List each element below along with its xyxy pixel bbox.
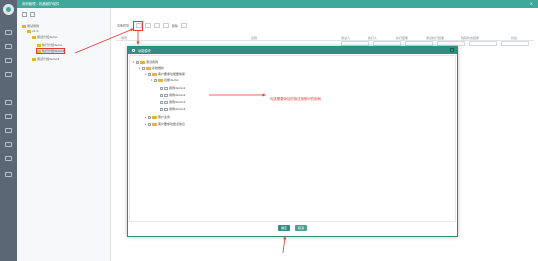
- document-icon: [164, 86, 168, 90]
- checkbox[interactable]: [148, 115, 151, 119]
- add-node-icon[interactable]: [22, 12, 27, 17]
- document-icon: [164, 93, 168, 97]
- link-button[interactable]: [162, 23, 169, 28]
- dialog-header: 功能模块 ×: [128, 47, 457, 54]
- nav-grid-icon[interactable]: [5, 44, 12, 49]
- nav-tasks-icon[interactable]: [5, 114, 12, 119]
- folder-icon: [140, 60, 145, 64]
- folder-icon: [146, 66, 151, 70]
- tree-node[interactable]: 测试计划demo: [32, 35, 58, 39]
- add-button-highlight: [133, 21, 143, 31]
- col-header: 执行结果: [396, 36, 409, 40]
- toolbar-label: 功能模块: [117, 23, 130, 28]
- folder-icon: [152, 115, 157, 119]
- col-header: 名称: [251, 36, 258, 40]
- dialog-icon: [132, 49, 135, 52]
- tree-toolbar: [22, 12, 38, 18]
- filter-input[interactable]: [469, 41, 497, 46]
- nav-chart-icon[interactable]: [5, 100, 12, 105]
- delete-button[interactable]: 删除: [172, 24, 178, 28]
- col-header: 测试人: [341, 36, 351, 40]
- tree-node[interactable]: v1.0: [27, 29, 39, 33]
- checkbox[interactable]: [160, 86, 163, 90]
- left-tree-panel: 测试用例 v1.0 测试计划demo 执行计划demo 执行计划demo2 测试…: [17, 8, 111, 261]
- tree-row[interactable]: ▾ 测试用例: [133, 60, 158, 64]
- col-header: 执行人: [368, 36, 378, 40]
- document-icon: [164, 100, 168, 104]
- tree-row[interactable]: ▸ 账户业务: [145, 115, 170, 119]
- tree-node[interactable]: 测试用例: [22, 24, 39, 28]
- tree-row[interactable]: ▾ 客户要素功能要素库: [145, 72, 185, 76]
- confirm-button[interactable]: 确定: [278, 225, 291, 231]
- checkbox[interactable]: [142, 66, 145, 70]
- checkbox[interactable]: [160, 107, 163, 111]
- dialog-footer: 确定 取消: [128, 222, 457, 236]
- tree-node-selected[interactable]: 执行计划demo2: [35, 48, 66, 54]
- tree-row[interactable]: 用例demo3: [157, 100, 185, 104]
- folder-icon: [158, 78, 163, 82]
- document-icon: [164, 107, 168, 111]
- checkbox[interactable]: [154, 78, 157, 82]
- tree-node[interactable]: 执行计划demo: [37, 43, 63, 47]
- checkbox[interactable]: [160, 100, 163, 104]
- tree-node[interactable]: 测试计划demo2: [32, 57, 59, 61]
- nav-list-icon[interactable]: [5, 58, 12, 63]
- nav-tool-icon[interactable]: [5, 142, 12, 147]
- app-window: 用例管理 - 机器维护组件 × 测试用例 v1.0 测试计划demo 执行计划d…: [0, 0, 538, 261]
- nav-settings-icon[interactable]: [5, 156, 12, 161]
- copy-button[interactable]: [144, 23, 151, 28]
- checkbox[interactable]: [148, 122, 151, 126]
- dialog-tree: ▾ 测试用例 ▾ 系统维护 ▾ 客户要素功能要素库 ▾ 功能demo 用例demo1 用…: [129, 55, 456, 222]
- nav-doc-icon[interactable]: [5, 72, 12, 77]
- nav-report-icon[interactable]: [5, 128, 12, 133]
- move-button[interactable]: [153, 23, 160, 28]
- main-toolbar: 功能模块 删除: [117, 23, 187, 28]
- cancel-button[interactable]: 取消: [295, 225, 308, 231]
- app-logo-icon: [3, 4, 14, 15]
- col-header: 测试执行结果: [426, 36, 445, 40]
- function-module-dialog: 功能模块 × ▾ 测试用例 ▾ 系统维护 ▾ 客户要素功能要素库 ▾ 功能demo 用例…: [127, 46, 458, 237]
- tree-row[interactable]: ▾ 系统维护: [139, 66, 164, 70]
- left-nav-rail: [0, 0, 17, 261]
- refresh-button[interactable]: [180, 23, 187, 28]
- dialog-title: 功能模块: [138, 49, 151, 53]
- close-icon[interactable]: ×: [530, 1, 533, 6]
- col-header: 缺陷状态结果: [461, 36, 480, 40]
- dialog-close-icon[interactable]: ×: [450, 48, 454, 52]
- tree-row[interactable]: ▾ 功能demo: [151, 78, 179, 82]
- title-bar: 用例管理 - 机器维护组件 ×: [17, 0, 538, 8]
- nav-help-icon[interactable]: [5, 172, 12, 177]
- checkbox[interactable]: [160, 93, 163, 97]
- window-title: 用例管理 - 机器维护组件: [22, 2, 60, 6]
- nav-home-icon[interactable]: [5, 30, 12, 35]
- filter-input[interactable]: [501, 41, 529, 46]
- folder-icon: [152, 72, 157, 76]
- tree-row[interactable]: 用例demo1: [157, 86, 185, 90]
- delete-node-icon[interactable]: [30, 12, 35, 17]
- tree-row[interactable]: ▸ 客户要求功能点信息: [145, 122, 185, 126]
- col-header: 状态: [511, 36, 518, 40]
- col-header: 用例: [121, 36, 128, 40]
- folder-icon: [152, 122, 157, 126]
- instruction-annotation: 勾选需要添加的测试用例中的用例: [270, 97, 321, 101]
- checkbox[interactable]: [148, 72, 151, 76]
- tree-row[interactable]: 用例demo2: [157, 93, 185, 97]
- tree-row[interactable]: 用例demo4: [157, 107, 185, 111]
- checkbox[interactable]: [136, 60, 139, 64]
